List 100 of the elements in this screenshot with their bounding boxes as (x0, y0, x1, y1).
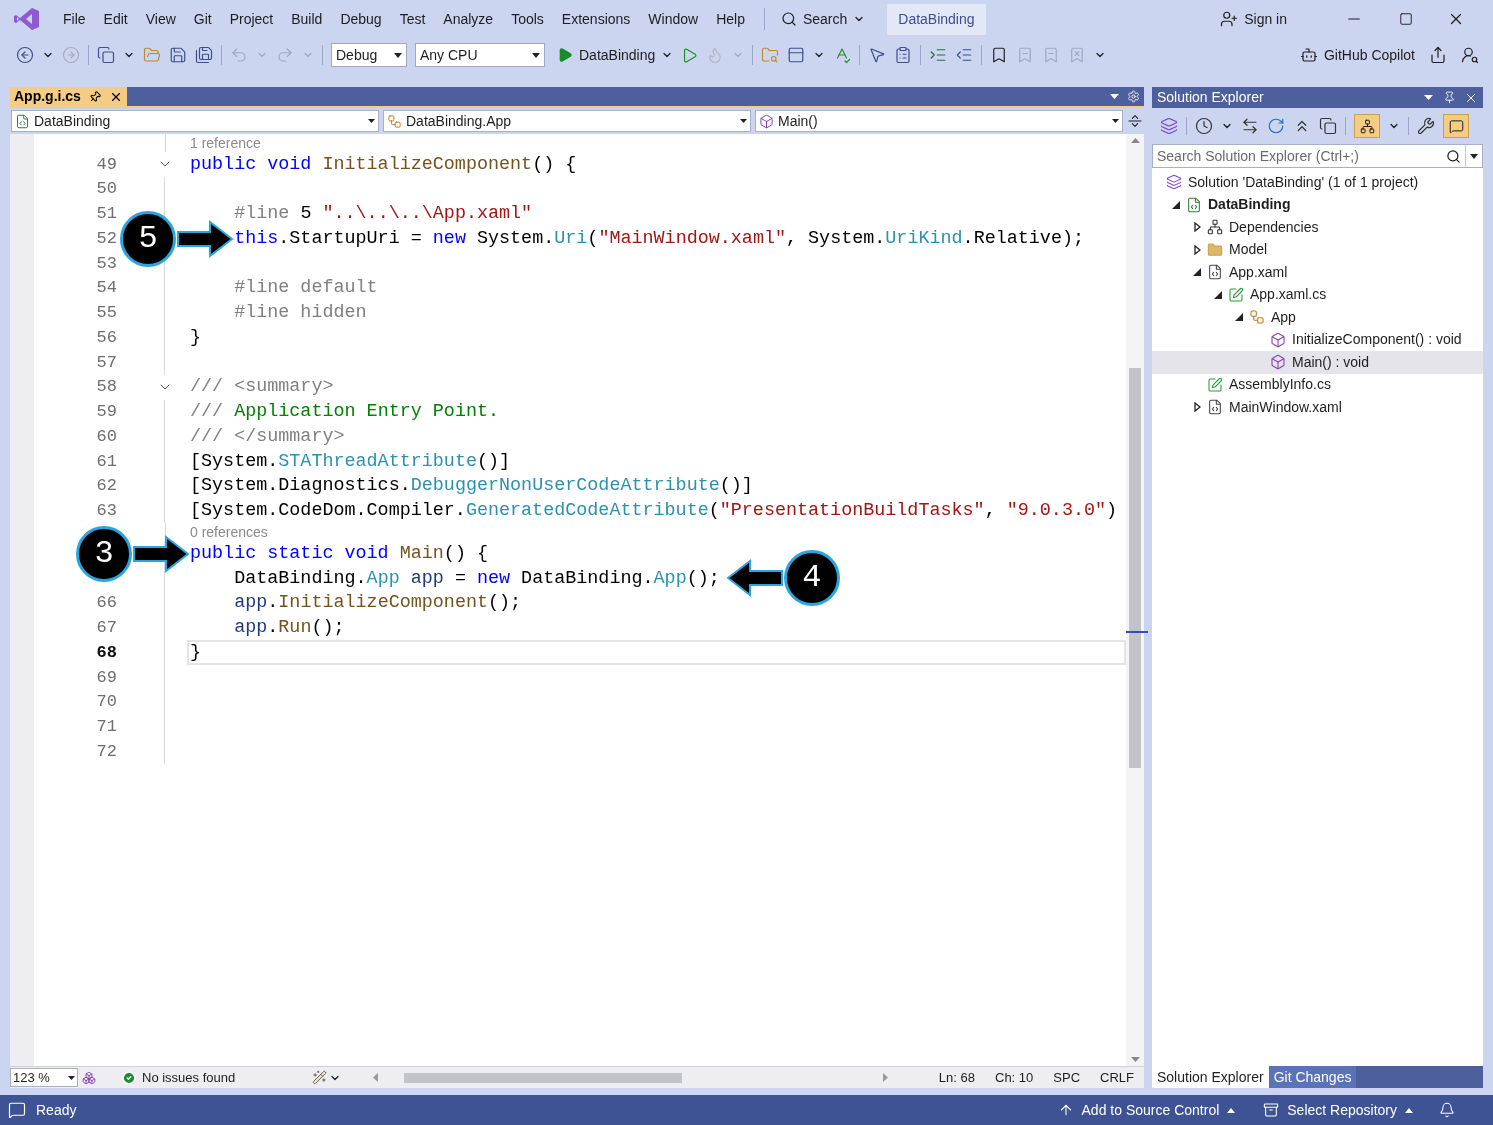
navigation-dropdown[interactable]: Main() (755, 110, 1123, 132)
wrench-icon[interactable] (1417, 117, 1435, 135)
menu-item[interactable]: Build (282, 8, 332, 30)
outdent-icon[interactable] (955, 46, 974, 64)
new-project-icon[interactable] (97, 46, 115, 64)
tree-item[interactable]: Solution 'DataBinding' (1 of 1 project) (1152, 171, 1483, 194)
collapsed-icon[interactable] (1193, 402, 1201, 413)
scroll-thumb[interactable] (1129, 368, 1141, 768)
repository-button[interactable]: Select Repository (1263, 1099, 1413, 1121)
tree-item[interactable]: InitializeComponent() : void (1152, 328, 1483, 351)
bell-icon[interactable] (1439, 1102, 1455, 1118)
tree-item[interactable]: App (1152, 306, 1483, 329)
menu-item[interactable]: Tools (502, 8, 553, 30)
expanded-icon[interactable] (1193, 268, 1201, 277)
menu-item[interactable]: File (54, 8, 95, 30)
split-icon[interactable] (1127, 113, 1143, 129)
document-tab[interactable]: App.g.i.cs (10, 87, 127, 106)
issues-indicator[interactable]: No issues found (122, 1067, 312, 1088)
menu-item[interactable]: Git (184, 8, 221, 30)
search-icon[interactable] (1446, 148, 1461, 164)
feedback-icon[interactable] (1461, 46, 1479, 64)
indent-icon[interactable] (929, 46, 948, 64)
expanded-icon[interactable] (1235, 313, 1243, 322)
brush-icon[interactable] (312, 1070, 327, 1085)
source-control-button[interactable]: Add to Source Control (1057, 1099, 1236, 1121)
editor-status-item[interactable]: CRLF (1090, 1067, 1144, 1088)
line-number: 55 (96, 303, 117, 323)
scroll-up-icon[interactable] (1130, 138, 1140, 143)
reference-count[interactable]: 1 reference (190, 136, 261, 150)
panel-tab[interactable]: Solution Explorer (1152, 1066, 1269, 1088)
tree-item[interactable]: Main() : void (1152, 351, 1483, 374)
tree-item[interactable]: AssemblyInfo.cs (1152, 373, 1483, 396)
back-icon[interactable] (16, 46, 34, 64)
menu-item[interactable]: Edit (94, 8, 137, 30)
caret-icon[interactable] (368, 119, 375, 123)
sign-in-button[interactable]: Sign in (1220, 8, 1287, 30)
share-icon[interactable] (1429, 46, 1447, 64)
zoom-dropdown[interactable]: 123 % (10, 1068, 78, 1087)
scroll-down-icon[interactable] (1130, 1057, 1140, 1062)
dropdown-icon[interactable] (1424, 95, 1433, 100)
menu-item[interactable]: Help (707, 8, 754, 30)
expanded-icon[interactable] (1172, 200, 1180, 209)
tree-item[interactable]: App.xaml.cs (1152, 283, 1483, 306)
caret-icon[interactable] (740, 119, 747, 123)
copilot-button[interactable]: GitHub Copilot (1299, 44, 1415, 66)
switch-views-icon[interactable] (1160, 117, 1178, 135)
reference-count[interactable]: 0 references (190, 525, 268, 540)
window-icon[interactable] (787, 46, 806, 64)
cube-icon (1270, 354, 1286, 371)
tree-item[interactable]: MainWindow.xaml (1152, 396, 1483, 419)
clipboard-icon[interactable] (894, 46, 913, 64)
search-button[interactable]: Search (774, 8, 872, 30)
sync-icon[interactable] (1241, 117, 1259, 135)
navigation-dropdown[interactable]: DataBinding (11, 110, 379, 132)
caret-icon[interactable] (1112, 119, 1119, 123)
toggle-button[interactable] (1443, 114, 1469, 138)
menu-item[interactable]: Project (220, 8, 283, 30)
collapsed-icon[interactable] (1193, 244, 1201, 255)
notification-icon[interactable] (8, 1101, 26, 1119)
menu-item[interactable]: Extensions (552, 8, 640, 30)
menu-item[interactable]: View (136, 8, 185, 30)
caret-icon[interactable] (532, 52, 540, 58)
refresh-icon[interactable] (1267, 117, 1285, 135)
navigation-dropdown[interactable]: DataBinding.App (383, 110, 751, 132)
editor-status-item[interactable]: Ln: 68 (928, 1067, 985, 1088)
menu-item[interactable]: Window (639, 8, 708, 30)
settings-icon[interactable] (1127, 90, 1140, 103)
caret-icon[interactable] (1405, 1107, 1413, 1113)
copy-icon[interactable] (1319, 117, 1337, 135)
toggle-button[interactable] (1354, 114, 1380, 138)
editor-status-item[interactable]: SPC (1043, 1067, 1091, 1088)
extension-icon[interactable] (82, 1070, 96, 1085)
scroll-thumb[interactable] (404, 1072, 682, 1083)
expanded-icon[interactable] (1214, 290, 1222, 299)
horizontal-scrollbar[interactable] (373, 1072, 888, 1083)
maximize-icon[interactable] (1399, 12, 1413, 26)
menu-item[interactable]: Test (390, 8, 435, 30)
panel-tab[interactable]: Git Changes (1268, 1066, 1357, 1088)
menu-item[interactable]: Analyze (434, 8, 503, 30)
platform-dropdown[interactable]: Any CPU (415, 43, 545, 67)
caret-icon[interactable] (1227, 1107, 1236, 1113)
tree-item[interactable]: DataBinding (1152, 193, 1483, 216)
dependencies-icon (1207, 219, 1223, 236)
save-icon[interactable] (169, 46, 187, 64)
play-outline-icon[interactable] (681, 46, 699, 64)
start-button[interactable]: DataBinding (557, 44, 674, 66)
tree-item[interactable]: App.xaml (1152, 261, 1483, 284)
configuration-dropdown[interactable]: Debug (331, 43, 407, 67)
dropdown-icon[interactable] (1110, 94, 1119, 99)
search-field[interactable]: Search Solution Explorer (Ctrl+;) (1152, 144, 1483, 168)
editor-status-item[interactable]: Ch: 10 (985, 1067, 1044, 1088)
caret-icon[interactable] (394, 52, 402, 58)
tree-item[interactable]: Dependencies (1152, 216, 1483, 239)
menu-item[interactable]: Debug (331, 8, 391, 30)
collapsed-icon[interactable] (1193, 222, 1201, 233)
save-all-icon[interactable] (195, 46, 213, 64)
pointer-icon[interactable] (868, 46, 887, 64)
tree-item[interactable]: Model (1152, 238, 1483, 261)
caret-icon[interactable] (68, 1075, 75, 1080)
clock-icon[interactable] (1195, 117, 1213, 135)
